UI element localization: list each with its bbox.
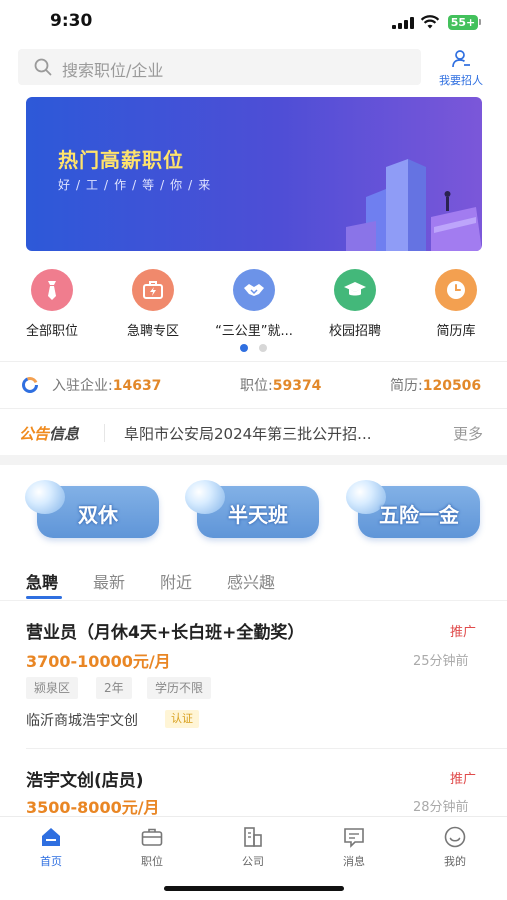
urgent-briefcase-icon xyxy=(143,281,163,299)
divider xyxy=(104,424,105,442)
category-icon-bg xyxy=(132,269,174,311)
wifi-icon xyxy=(420,15,440,29)
banner-subtitle: 好/工/作/等/你/来 xyxy=(58,178,217,192)
notice-more-link[interactable]: 更多 xyxy=(453,423,483,444)
job-title: 浩宇文创(店员) xyxy=(26,771,144,791)
nav-label: 我的 xyxy=(444,855,466,868)
company-name: 临沂商城浩宇文创 xyxy=(26,713,138,729)
feature-label: 五险一金 xyxy=(379,503,459,527)
promo-banner[interactable]: 热门高薪职位 好/工/作/等/你/来 xyxy=(26,97,482,251)
battery-tip xyxy=(479,19,481,25)
category-resume-bank[interactable]: 简历库 xyxy=(414,269,498,339)
section-gap xyxy=(0,455,507,465)
message-icon xyxy=(344,828,364,848)
battery-icon: 55+ xyxy=(448,15,478,30)
home-indicator xyxy=(164,886,344,891)
building-icon xyxy=(244,827,262,847)
nav-home[interactable]: 首页 xyxy=(21,825,81,871)
job-tag: 颍泉区 xyxy=(26,677,79,699)
city-buildings-illustration xyxy=(346,159,482,251)
job-tag: 2年 xyxy=(96,677,132,699)
search-icon xyxy=(34,58,52,76)
add-user-icon xyxy=(452,50,470,68)
verified-badge: 认证 xyxy=(165,710,199,728)
search-placeholder: 搜索职位/企业 xyxy=(62,61,164,80)
carousel-dot[interactable] xyxy=(259,344,267,352)
handshake-icon xyxy=(244,284,264,296)
graduation-cap-icon xyxy=(344,282,366,296)
clock-icon xyxy=(447,281,465,299)
stat-companies: 入驻企业:14637 xyxy=(52,378,162,394)
nav-label: 职位 xyxy=(141,855,163,868)
status-time: 9:30 xyxy=(50,11,93,31)
category-campus[interactable]: 校园招聘 xyxy=(313,269,397,339)
carousel-dot-active[interactable] xyxy=(240,344,248,352)
nav-jobs[interactable]: 职位 xyxy=(122,825,182,871)
recruit-button[interactable]: 我要招人 xyxy=(432,47,490,87)
notice-tag: 公告信息 xyxy=(19,425,80,443)
feature-label: 双休 xyxy=(78,503,118,527)
feature-half-day[interactable]: 半天班 xyxy=(185,480,319,538)
status-bar: 9:30 55+ xyxy=(0,0,507,44)
nav-profile[interactable]: 我的 xyxy=(425,825,485,871)
category-label: 简历库 xyxy=(436,324,476,339)
stats-ring-icon xyxy=(22,377,38,393)
divider xyxy=(0,408,507,409)
post-time: 25分钟前 xyxy=(413,654,469,669)
feature-label: 半天班 xyxy=(228,503,288,527)
signal-icon xyxy=(392,17,414,29)
job-salary: 3500-8000元/月 xyxy=(26,798,160,816)
profile-icon xyxy=(444,826,466,848)
job-salary: 3700-10000元/月 xyxy=(26,652,171,671)
tab-nearby[interactable]: 附近 xyxy=(160,569,192,593)
tab-latest[interactable]: 最新 xyxy=(93,569,125,593)
nav-company[interactable]: 公司 xyxy=(223,825,283,871)
job-card[interactable]: 浩宇文创(店员) 推广 3500-8000元/月 28分钟前 xyxy=(0,749,507,816)
category-all-jobs[interactable]: 全部职位 xyxy=(10,269,94,339)
category-icon-bg xyxy=(31,269,73,311)
category-label: 校园招聘 xyxy=(328,324,381,339)
post-time: 28分钟前 xyxy=(413,800,469,815)
job-title: 营业员（月休4天+长白班+全勤奖） xyxy=(26,623,305,643)
nav-label: 消息 xyxy=(343,855,365,868)
category-urgent[interactable]: 急聘专区 xyxy=(111,269,195,339)
nav-label: 公司 xyxy=(242,855,264,868)
category-icon-bg xyxy=(435,269,477,311)
briefcase-icon xyxy=(141,828,163,846)
search-bar[interactable]: 搜索职位/企业 xyxy=(18,49,421,85)
nav-label: 首页 xyxy=(40,855,62,868)
home-icon xyxy=(42,828,60,846)
stat-jobs: 职位:59374 xyxy=(240,378,322,394)
recruit-label: 我要招人 xyxy=(439,74,483,87)
job-card[interactable]: 营业员（月休4天+长白班+全勤奖） 推广 3700-10000元/月 25分钟前… xyxy=(0,600,507,748)
feature-double-rest[interactable]: 双休 xyxy=(25,480,159,538)
category-icon-bg xyxy=(334,269,376,311)
feature-insurance[interactable]: 五险一金 xyxy=(346,480,480,538)
category-label: 全部职位 xyxy=(25,324,78,339)
tab-urgent[interactable]: 急聘 xyxy=(26,569,58,593)
category-label: “三公里”就... xyxy=(215,324,293,339)
platform-stats: 入驻企业:14637 职位:59374 简历:120506 xyxy=(0,362,507,408)
category-icon-bg xyxy=(233,269,275,311)
nav-messages[interactable]: 消息 xyxy=(324,825,384,871)
category-label: 急聘专区 xyxy=(126,324,179,339)
promo-badge: 推广 xyxy=(450,772,477,787)
job-tag: 学历不限 xyxy=(147,677,212,699)
banner-title: 热门高薪职位 xyxy=(58,148,184,172)
promo-badge: 推广 xyxy=(450,625,477,640)
tie-icon xyxy=(48,281,56,300)
app-screen: 9:30 55+ 搜索职位/企业 我要招人 热门高薪职位 好/工/作/等/你/来 xyxy=(0,0,507,900)
tab-indicator xyxy=(26,596,62,599)
notice-headline[interactable]: 阜阳市公安局2024年第三批公开招... xyxy=(124,423,424,444)
category-three-km[interactable]: “三公里”就... xyxy=(212,269,296,339)
stat-resumes: 简历:120506 xyxy=(390,378,482,394)
tab-interested[interactable]: 感兴趣 xyxy=(227,569,275,593)
